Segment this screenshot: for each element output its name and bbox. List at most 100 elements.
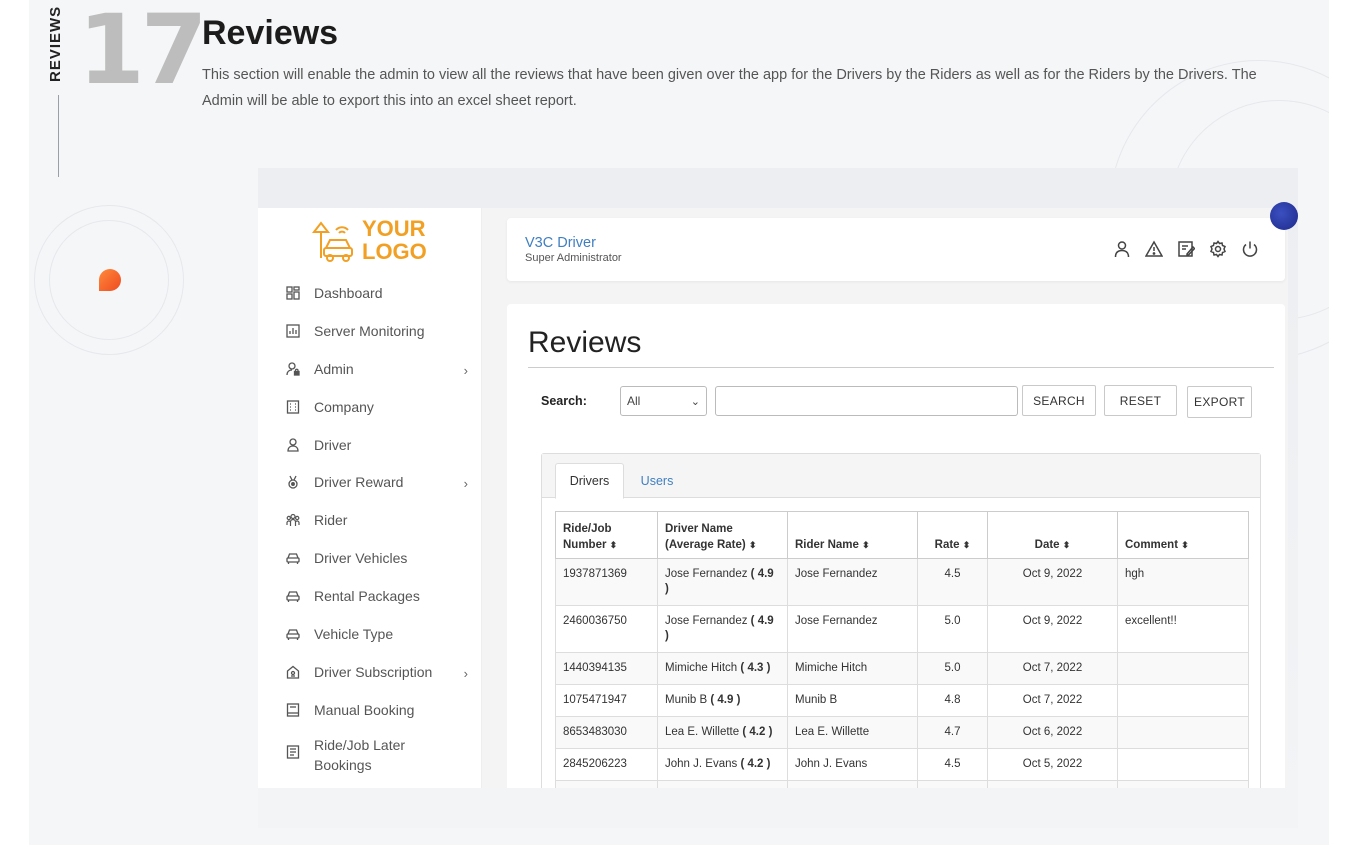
cell-rate: 4.5 (917, 748, 988, 781)
reset-button[interactable]: RESET (1104, 385, 1177, 416)
sidebar-item-driver[interactable]: Driver (258, 426, 482, 464)
cell-rate: 4.7 (917, 716, 988, 749)
title-divider (528, 367, 1274, 368)
tab-drivers[interactable]: Drivers (555, 463, 624, 499)
reviews-table: Ride/Job Number ⬍ Driver Name (Average R… (555, 511, 1249, 788)
column-header-rider-name[interactable]: Rider Name ⬍ (787, 511, 918, 559)
sort-icon: ⬍ (1062, 540, 1071, 550)
cell-date: Oct 9, 2022 (987, 605, 1118, 653)
column-header-ride-job-number[interactable]: Ride/Job Number ⬍ (555, 511, 658, 559)
driver-average-rate: ( 4.3 ) (740, 662, 771, 674)
column-header-comment[interactable]: Comment ⬍ (1117, 511, 1249, 559)
blue-circle-decoration (1270, 202, 1298, 230)
sidebar-item-ride-job-later-bookings[interactable]: Ride/Job Later Bookings (258, 729, 482, 779)
logo-line-1: YOUR (362, 216, 426, 241)
section-tag-text: REVIEWS (47, 5, 64, 82)
cell-comment (1117, 780, 1249, 788)
column-header-label: Comment (1125, 539, 1179, 551)
cell-comment (1117, 684, 1249, 717)
sidebar-item-label: Rental Packages (314, 588, 420, 605)
cell-driver-name: John J. Evans ( 4.2 ) (657, 748, 788, 781)
sidebar-nav: Dashboard Server Monitoring Admin › Comp… (258, 274, 482, 779)
sidebar-item-label: Server Monitoring (314, 322, 425, 339)
settings-icon[interactable] (1209, 240, 1227, 258)
power-icon[interactable] (1241, 240, 1259, 258)
sidebar-item-label: Driver Vehicles (314, 550, 408, 567)
driver-name: Mimiche Hitch (665, 662, 738, 674)
cell-rider-name: Sean lee (787, 780, 918, 788)
user-role: Super Administrator (525, 252, 622, 264)
tab-users[interactable]: Users (632, 463, 682, 499)
cell-comment (1117, 716, 1249, 749)
sidebar-item-label: Driver Reward (314, 474, 404, 491)
sidebar-item-driver-subscription[interactable]: Driver Subscription › (258, 653, 482, 691)
column-header-rate[interactable]: Rate ⬍ (917, 511, 988, 559)
column-header-date[interactable]: Date ⬍ (987, 511, 1118, 559)
sidebar-item-rider[interactable]: Rider (258, 501, 482, 539)
cell-rider-name: Jose Fernandez (787, 605, 918, 653)
table-row: 2460036750 Jose Fernandez ( 4.9 ) Jose Fer… (555, 605, 1249, 653)
logo-line-2: LOGO (362, 239, 427, 264)
table-row: 1823368318Sean lee ( 4 )Sean lee4.5Oct 5… (555, 780, 1249, 788)
cell-date: Oct 5, 2022 (987, 748, 1118, 781)
cell-rate: 5.0 (917, 652, 988, 685)
chevron-right-icon: › (463, 362, 468, 378)
chevron-down-icon: ⌄ (690, 396, 700, 408)
cell-ride-job-number: 2460036750 (555, 605, 658, 653)
sidebar-item-driver-reward[interactable]: Driver Reward › (258, 463, 482, 501)
cell-ride-job-number: 1440394135 (555, 652, 658, 685)
table-row: 1937871369 Jose Fernandez ( 4.9 ) Jose Fer… (555, 558, 1249, 606)
search-button[interactable]: SEARCH (1022, 385, 1096, 416)
sidebar-item-admin[interactable]: Admin › (258, 350, 482, 388)
section-title: Reviews (202, 14, 339, 52)
medal-icon (288, 476, 298, 490)
cell-comment: excellent!! (1117, 605, 1249, 653)
page-title: Reviews (528, 326, 642, 359)
driver-name: John J. Evans (665, 758, 738, 770)
column-header-driver-name[interactable]: Driver Name (Average Rate) ⬍ (657, 511, 788, 559)
house-icon (286, 665, 300, 679)
column-header-label: Rate (934, 539, 960, 551)
cell-ride-job-number: 8653483030 (555, 716, 658, 749)
sidebar-item-company[interactable]: Company (258, 388, 482, 426)
sidebar-item-server-monitoring[interactable]: Server Monitoring (258, 312, 482, 350)
sidebar-item-dashboard[interactable]: Dashboard (258, 274, 482, 312)
export-button[interactable]: EXPORT (1187, 386, 1252, 418)
sidebar-item-manual-booking[interactable]: Manual Booking (258, 691, 482, 729)
sidebar-item-label: Driver Subscription (314, 663, 433, 680)
driver-name: Jose Fernandez (665, 615, 748, 627)
cell-rate: 4.5 (917, 780, 988, 788)
search-input[interactable] (715, 386, 1018, 416)
user-icon[interactable] (1113, 240, 1131, 258)
section-tag: REVIEWS (47, 6, 69, 90)
table-row: 1440394135 Mimiche Hitch ( 4.3 ) Mimiche H… (555, 652, 1249, 685)
driver-name: Lea E. Willette (665, 726, 740, 738)
sidebar-item-driver-vehicles[interactable]: Driver Vehicles (258, 539, 482, 577)
sidebar-item-rental-packages[interactable]: Rental Packages (258, 577, 482, 615)
user-lock-icon (286, 362, 300, 376)
logo-text: YOUR LOGO (362, 218, 427, 263)
building-icon (286, 399, 300, 414)
warning-icon[interactable] (1144, 240, 1164, 258)
sidebar-item-label: Admin (314, 360, 354, 377)
sort-icon: ⬍ (1181, 540, 1189, 550)
edit-icon[interactable] (1177, 240, 1196, 258)
cell-ride-job-number: 1937871369 (555, 558, 658, 606)
cell-date: Oct 9, 2022 (987, 558, 1118, 606)
car-icon (286, 553, 300, 565)
driver-name: Jose Fernandez (665, 568, 748, 580)
table-row: 2845206223 John J. Evans ( 4.2 ) John J. E… (555, 748, 1249, 781)
cell-date: Oct 7, 2022 (987, 684, 1118, 717)
sidebar-item-vehicle-type[interactable]: Vehicle Type (258, 615, 482, 653)
cell-comment (1117, 748, 1249, 781)
cell-rate: 4.5 (917, 558, 988, 606)
cell-rate: 4.8 (917, 684, 988, 717)
sidebar-item-label: Dashboard (314, 284, 383, 301)
book-icon (286, 703, 300, 717)
cell-rider-name: Jose Fernandez (787, 558, 918, 606)
chevron-right-icon: › (463, 665, 468, 681)
cell-rate: 5.0 (917, 605, 988, 653)
driver-average-rate: ( 4.9 ) (710, 694, 741, 706)
search-filter-select[interactable]: All ⌄ (620, 386, 707, 416)
table-row: 1075471947 Munib B ( 4.9 ) Munib B 4.8 Oct 7… (555, 684, 1249, 717)
